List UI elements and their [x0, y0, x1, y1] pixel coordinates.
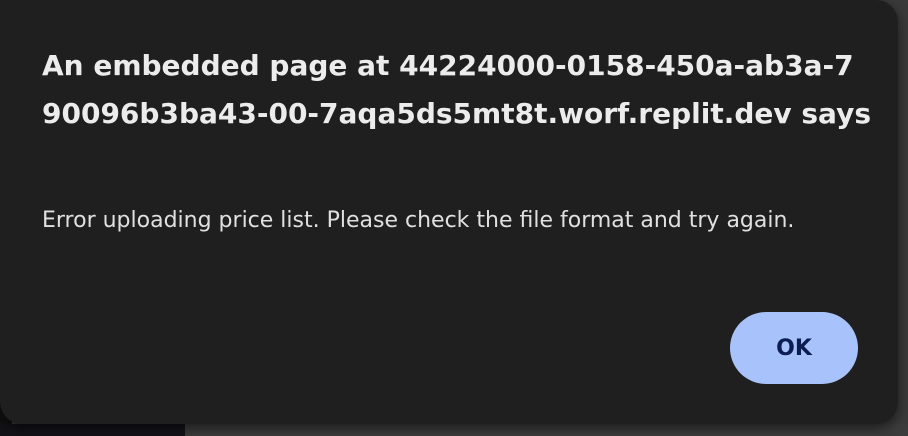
dialog-title: An embedded page at 44224000-0158-450a-a… — [42, 49, 872, 130]
alert-dialog: An embedded page at 44224000-0158-450a-a… — [0, 0, 898, 424]
dialog-message: Error uploading price list. Please check… — [42, 208, 795, 233]
backdrop-dark-corner — [0, 424, 185, 436]
ok-button[interactable]: OK — [730, 312, 858, 384]
